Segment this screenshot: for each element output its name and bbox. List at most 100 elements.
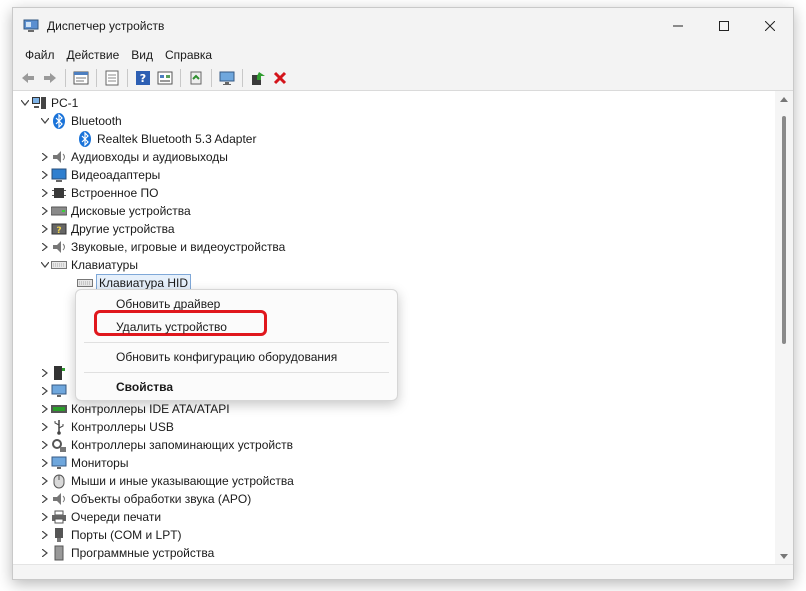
tree-item-label: Объекты обработки звука (APO) bbox=[71, 492, 252, 506]
usb-icon bbox=[51, 419, 67, 435]
window-title: Диспетчер устройств bbox=[47, 19, 165, 33]
tree-item[interactable]: Bluetooth bbox=[39, 112, 122, 130]
forward-icon[interactable] bbox=[39, 67, 61, 89]
tree-item-label: Клавиатуры bbox=[71, 258, 138, 272]
chevron-right-icon[interactable] bbox=[39, 166, 51, 184]
delete-icon[interactable] bbox=[269, 67, 291, 89]
printer-icon bbox=[51, 509, 67, 525]
chevron-right-icon[interactable] bbox=[39, 526, 51, 544]
minimize-button[interactable] bbox=[655, 8, 701, 44]
tree-item[interactable]: Мониторы bbox=[39, 454, 128, 472]
back-icon[interactable] bbox=[17, 67, 39, 89]
tree-item[interactable]: Порты (COM и LPT) bbox=[39, 526, 182, 544]
menu-action[interactable]: Действие bbox=[61, 45, 126, 65]
tree-item[interactable]: Контроллеры IDE ATA/ATAPI bbox=[39, 400, 230, 418]
monitor-icon[interactable] bbox=[216, 67, 238, 89]
tree-item-label: Контроллеры USB bbox=[71, 420, 174, 434]
tree-root-label: PC-1 bbox=[51, 96, 79, 110]
chevron-right-icon[interactable] bbox=[39, 454, 51, 472]
device-manager-icon bbox=[23, 19, 39, 33]
tree-item[interactable]: ? Другие устройства bbox=[39, 220, 175, 238]
enable-icon[interactable] bbox=[247, 67, 269, 89]
menu-scan-hardware[interactable]: Обновить конфигурацию оборудования bbox=[116, 350, 337, 364]
chevron-right-icon[interactable] bbox=[39, 148, 51, 166]
view-icon[interactable] bbox=[154, 67, 176, 89]
storage-controller-icon bbox=[51, 437, 67, 453]
chevron-right-icon[interactable] bbox=[39, 202, 51, 220]
toolbar-separator bbox=[96, 69, 97, 87]
horizontal-scrollbar[interactable] bbox=[13, 564, 793, 579]
tree-root[interactable]: PC-1 bbox=[19, 94, 78, 112]
toolbar-separator bbox=[211, 69, 212, 87]
menu-properties[interactable]: Свойства bbox=[116, 380, 173, 394]
toolbar-separator bbox=[242, 69, 243, 87]
tree-item[interactable]: Видеоадаптеры bbox=[39, 166, 160, 184]
menu-separator bbox=[84, 372, 389, 373]
tree-item[interactable]: Клавиатуры bbox=[39, 256, 138, 274]
tree-item[interactable]: Встроенное ПО bbox=[39, 184, 158, 202]
tree-item[interactable]: Мыши и иные указывающие устройства bbox=[39, 472, 294, 490]
tree-item[interactable]: Realtek Bluetooth 5.3 Adapter bbox=[77, 130, 256, 148]
keyboard-icon bbox=[51, 257, 67, 273]
chevron-right-icon[interactable] bbox=[39, 220, 51, 238]
close-button[interactable] bbox=[747, 8, 793, 44]
maximize-button[interactable] bbox=[701, 8, 747, 44]
chevron-right-icon[interactable] bbox=[39, 544, 51, 562]
scroll-down-icon[interactable] bbox=[780, 554, 788, 559]
tree-item[interactable]: Объекты обработки звука (APO) bbox=[39, 490, 251, 508]
tree-item-label: Мониторы bbox=[71, 456, 129, 470]
menu-update-driver[interactable]: Обновить драйвер bbox=[116, 297, 220, 311]
scroll-up-icon[interactable] bbox=[780, 97, 788, 102]
tree-item-hidden bbox=[39, 364, 71, 382]
vertical-scrollbar[interactable] bbox=[775, 91, 793, 565]
chevron-right-icon[interactable] bbox=[39, 184, 51, 202]
menu-uninstall-device[interactable]: Удалить устройство bbox=[116, 320, 227, 334]
chevron-down-icon[interactable] bbox=[19, 94, 31, 112]
speaker-icon bbox=[51, 239, 67, 255]
scan-icon[interactable] bbox=[185, 67, 207, 89]
help-icon[interactable]: ? bbox=[132, 67, 154, 89]
tree-item-label: Порты (COM и LPT) bbox=[71, 528, 182, 542]
chevron-right-icon[interactable] bbox=[39, 418, 51, 436]
chevron-down-icon[interactable] bbox=[39, 112, 51, 130]
tree-item-label: Другие устройства bbox=[71, 222, 175, 236]
speaker-icon bbox=[51, 491, 67, 507]
menu-view[interactable]: Вид bbox=[125, 45, 159, 65]
tree-item[interactable]: Аудиовходы и аудиовыходы bbox=[39, 148, 228, 166]
bluetooth-icon bbox=[51, 113, 67, 129]
tree-item-label: Контроллеры IDE ATA/ATAPI bbox=[71, 402, 230, 416]
chevron-right-icon[interactable] bbox=[39, 238, 51, 256]
chevron-right-icon[interactable] bbox=[39, 490, 51, 508]
firmware-icon bbox=[51, 185, 67, 201]
port-icon bbox=[51, 527, 67, 543]
software-device-icon bbox=[51, 545, 67, 561]
properties-icon[interactable] bbox=[70, 67, 92, 89]
chevron-right-icon[interactable] bbox=[39, 400, 51, 418]
speaker-icon bbox=[51, 149, 67, 165]
tree-item[interactable]: Очереди печати bbox=[39, 508, 161, 526]
tree-item[interactable]: Контроллеры запоминающих устройств bbox=[39, 436, 293, 454]
monitor-icon bbox=[51, 455, 67, 471]
toolbar-separator bbox=[127, 69, 128, 87]
scroll-thumb[interactable] bbox=[782, 116, 786, 344]
chevron-down-icon[interactable] bbox=[39, 256, 51, 274]
other-device-icon: ? bbox=[51, 221, 67, 237]
context-menu: Обновить драйвер Удалить устройство Обно… bbox=[75, 289, 398, 401]
tree-item[interactable]: Контроллеры USB bbox=[39, 418, 174, 436]
menu-file[interactable]: Файл bbox=[19, 45, 61, 65]
tree-item[interactable]: Программные устройства bbox=[39, 544, 214, 562]
svg-text:?: ? bbox=[56, 226, 61, 236]
toolbar-separator bbox=[180, 69, 181, 87]
chevron-right-icon[interactable] bbox=[39, 382, 51, 400]
chevron-right-icon[interactable] bbox=[39, 472, 51, 490]
tree-item-label: Контроллеры запоминающих устройств bbox=[71, 438, 293, 452]
tree-item[interactable]: Дисковые устройства bbox=[39, 202, 191, 220]
chevron-right-icon[interactable] bbox=[39, 436, 51, 454]
toolbar: ? bbox=[13, 66, 793, 91]
tree-item[interactable]: Звуковые, игровые и видеоустройства bbox=[39, 238, 285, 256]
chevron-right-icon[interactable] bbox=[39, 364, 51, 382]
update-icon[interactable] bbox=[101, 67, 123, 89]
menu-help[interactable]: Справка bbox=[159, 45, 218, 65]
chevron-right-icon[interactable] bbox=[39, 508, 51, 526]
mouse-icon bbox=[51, 473, 67, 489]
